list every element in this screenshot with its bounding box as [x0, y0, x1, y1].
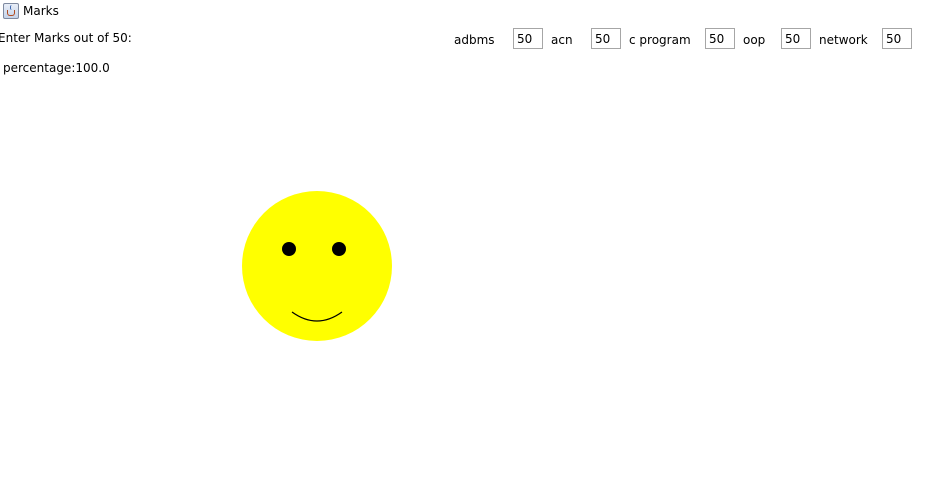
marks-window: Marks Enter Marks out of 50: adbms acn c…	[0, 0, 939, 495]
smiley-right-eye	[332, 242, 346, 256]
smiley-drawing	[242, 191, 392, 341]
smiley-face	[242, 191, 392, 341]
smiley-left-eye	[282, 242, 296, 256]
